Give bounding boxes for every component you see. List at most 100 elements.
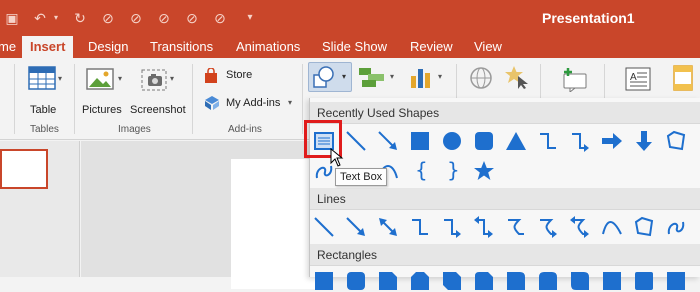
screenshot-button[interactable]: ▾ Screenshot — [130, 64, 186, 120]
tab-view[interactable]: View — [474, 36, 502, 58]
shapes-button[interactable]: ▾ — [308, 62, 352, 92]
undo-dropdown-icon[interactable]: ▾ — [48, 10, 64, 26]
my-addins-label: My Add-ins — [226, 97, 281, 109]
right-arrow-shape-icon[interactable] — [601, 130, 623, 152]
tab-transitions[interactable]: Transitions — [150, 36, 213, 58]
divider — [302, 64, 303, 134]
quick-access-icon-4[interactable]: ⊘ — [184, 10, 200, 26]
curve-shape-icon[interactable] — [601, 216, 623, 238]
group-label-tables: Tables — [30, 124, 59, 135]
tab-home[interactable]: me — [0, 36, 16, 58]
group-label-images: Images — [118, 124, 151, 135]
quick-access-icon-2[interactable]: ⊘ — [128, 10, 144, 26]
action-icon[interactable] — [504, 64, 530, 90]
textbox-icon[interactable]: A — [624, 66, 652, 92]
tab-review[interactable]: Review — [410, 36, 453, 58]
line-shape-icon[interactable] — [345, 130, 367, 152]
slide-thumbnail-pane — [0, 141, 80, 277]
pictures-button[interactable]: ▾ Pictures — [82, 64, 128, 120]
chart-dropdown-icon: ▾ — [438, 72, 443, 81]
oval-shape-icon[interactable] — [441, 130, 463, 152]
quick-access-icon-5[interactable]: ⊘ — [212, 10, 228, 26]
slide-thumbnail[interactable] — [0, 149, 48, 189]
store-label: Store — [226, 69, 253, 81]
mouse-cursor-icon — [330, 148, 344, 167]
quick-access-icon-3[interactable]: ⊘ — [156, 10, 172, 26]
tab-design[interactable]: Design — [88, 36, 128, 58]
triangle-shape-icon[interactable] — [505, 130, 527, 152]
table-button[interactable]: ▾ Table — [24, 64, 64, 120]
scribble-shape-icon[interactable] — [665, 216, 687, 238]
down-arrow-shape-icon[interactable] — [633, 130, 655, 152]
line-shape-icon[interactable] — [313, 216, 335, 238]
tab-animations[interactable]: Animations — [236, 36, 300, 58]
header-footer-icon[interactable] — [672, 64, 694, 92]
arrow-line-shape-icon[interactable] — [377, 130, 399, 152]
curved-arrow-connector-shape-icon[interactable] — [537, 216, 559, 238]
chart-button[interactable]: ▾ — [406, 64, 450, 92]
star-shape-icon[interactable] — [473, 160, 495, 182]
snip-single-corner-rectangle-shape-icon[interactable] — [377, 270, 399, 292]
tab-slide-show[interactable]: Slide Show — [322, 36, 387, 58]
title-bar: ▣ ↶ ▾ ↻ ⊘ ⊘ ⊘ ⊘ ⊘ ▾ Presentation1 — [0, 0, 700, 36]
round-diagonal-rectangle-shape-icon[interactable] — [569, 270, 591, 292]
freeform-shape-icon[interactable] — [633, 216, 655, 238]
elbow-double-arrow-connector-shape-icon[interactable] — [473, 216, 495, 238]
quick-access-icon-1[interactable]: ⊘ — [100, 10, 116, 26]
my-addins-icon — [205, 96, 219, 110]
pictures-dropdown-icon: ▾ — [118, 74, 123, 83]
table-icon — [28, 66, 56, 90]
table-dropdown-icon: ▾ — [58, 74, 63, 83]
pictures-label: Pictures — [82, 104, 122, 116]
freeform-shape-icon[interactable] — [665, 130, 687, 152]
smartart-icon — [359, 68, 384, 87]
rounded-rectangle-shape-icon[interactable] — [473, 130, 495, 152]
shapes-dropdown-menu: Recently Used Shapes { } Lines Rectangle… — [309, 98, 700, 290]
snip-same-side-corner-rectangle-shape-icon[interactable] — [409, 270, 431, 292]
elbow-connector-shape-icon[interactable] — [537, 130, 559, 152]
rectangle-shape-icon[interactable] — [313, 270, 335, 292]
my-addins-button[interactable]: My Add-ins ▾ — [204, 95, 300, 113]
group-label-addins: Add-ins — [228, 124, 262, 135]
pictures-icon — [86, 68, 114, 90]
tooltip: Text Box — [335, 168, 388, 186]
save-icon[interactable]: ▣ — [4, 10, 20, 26]
elbow-arrow-connector-shape-icon[interactable] — [441, 216, 463, 238]
snip-diagonal-corner-rectangle-shape-icon[interactable] — [441, 270, 463, 292]
section-header-rectangles: Rectangles — [310, 244, 700, 266]
redo-icon[interactable]: ↻ — [72, 10, 88, 26]
divider — [192, 64, 193, 134]
slide-canvas — [81, 141, 321, 289]
elbow-arrow-connector-shape-icon[interactable] — [569, 130, 591, 152]
round-single-corner-rectangle-shape-icon[interactable] — [505, 270, 527, 292]
customize-toolbar-icon[interactable]: ▾ — [242, 10, 258, 26]
comment-icon[interactable] — [560, 66, 588, 92]
hyperlink-icon[interactable] — [468, 66, 494, 90]
curved-connector-shape-icon[interactable] — [505, 216, 527, 238]
svg-text:A: A — [630, 72, 637, 83]
divider — [74, 64, 75, 134]
right-brace-shape-icon[interactable]: } — [447, 158, 460, 182]
round-same-side-rectangle-shape-icon[interactable] — [537, 270, 559, 292]
snip-round-rectangle-shape-icon[interactable] — [473, 270, 495, 292]
slide[interactable] — [231, 159, 321, 289]
double-arrow-shape-icon[interactable] — [377, 216, 399, 238]
arrow-shape-icon[interactable] — [345, 216, 367, 238]
undo-icon[interactable]: ↶ — [32, 10, 48, 26]
frame-rectangle-shape-icon[interactable] — [601, 270, 623, 292]
screenshot-dropdown-icon: ▾ — [170, 74, 175, 83]
rectangle-variant-2-shape-icon[interactable] — [665, 270, 687, 292]
curved-double-arrow-connector-shape-icon[interactable] — [569, 216, 591, 238]
rectangle-variant-shape-icon[interactable] — [633, 270, 655, 292]
store-icon — [205, 68, 217, 83]
left-brace-shape-icon[interactable]: { — [415, 158, 428, 182]
smartart-dropdown-icon: ▾ — [390, 72, 395, 81]
rounded-rectangle-shape-icon[interactable] — [345, 270, 367, 292]
smartart-button[interactable]: ▾ — [356, 64, 400, 92]
elbow-connector-shape-icon[interactable] — [409, 216, 431, 238]
ribbon-tabs: me Insert Design Transitions Animations … — [0, 36, 700, 58]
tab-insert[interactable]: Insert — [22, 36, 74, 58]
store-button[interactable]: Store — [204, 68, 274, 86]
rectangle-shape-icon[interactable] — [409, 130, 431, 152]
screenshot-icon — [141, 69, 167, 91]
